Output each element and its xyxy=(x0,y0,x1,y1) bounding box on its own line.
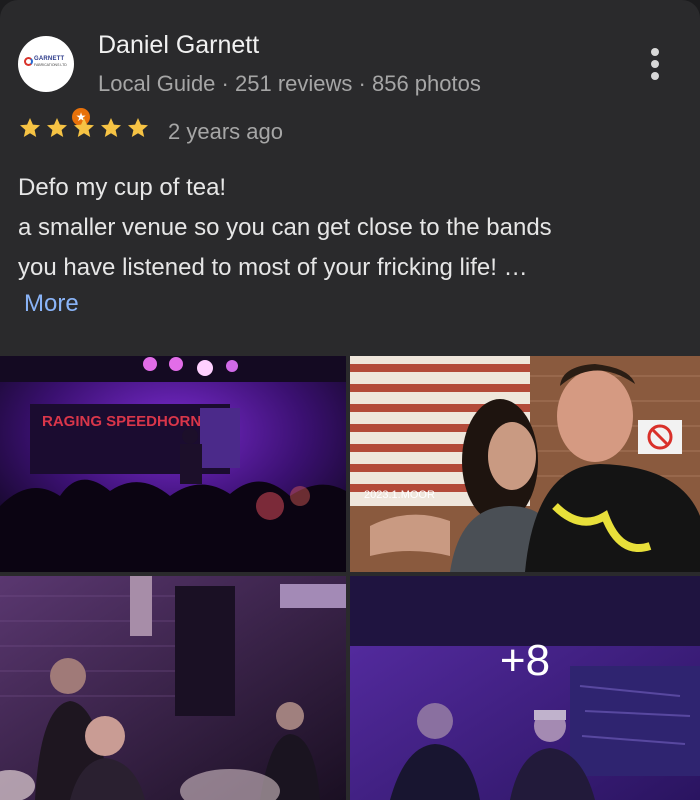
review-photo-selfie[interactable]: 2023.1.MOOR xyxy=(350,356,700,572)
review-text-line: Defo my cup of tea! xyxy=(18,174,227,201)
more-link[interactable]: More xyxy=(24,290,79,318)
author-avatar[interactable]: GARNETT FABRICATIONS LTD ★ xyxy=(18,36,92,128)
poster-text: 2023.1.MOOR xyxy=(364,489,435,501)
more-photos-count: +8 xyxy=(499,636,551,685)
meta-separator: · xyxy=(221,71,229,96)
author-meta: Local Guide · 251 reviews · 856 photos xyxy=(98,71,481,97)
avatar-logo-text: GARNETT xyxy=(34,56,65,62)
star-icon xyxy=(20,118,40,137)
review-photo-concert[interactable]: RAGING SPEEDHORN xyxy=(0,356,346,572)
star-icon xyxy=(101,118,121,137)
author-name[interactable]: Daniel Garnett xyxy=(98,31,259,60)
stage-banner-text: RAGING SPEEDHORN xyxy=(42,413,201,430)
avatar-logo-subtext: FABRICATIONS LTD xyxy=(34,63,67,67)
review-text-line: a smaller venue so you can get close to … xyxy=(18,214,552,241)
review-card: GARNETT FABRICATIONS LTD ★ Daniel Garnet… xyxy=(0,0,700,800)
review-text-line: you have listened to most of your fricki… xyxy=(18,254,528,281)
star-icon xyxy=(47,118,67,137)
photos-count: 856 photos xyxy=(371,71,481,96)
avatar-logo: GARNETT FABRICATIONS LTD xyxy=(24,55,68,71)
more-vert-icon[interactable] xyxy=(644,46,666,82)
garnett-logo-icon xyxy=(24,57,33,66)
review-photo-band[interactable]: +8 xyxy=(350,576,700,800)
star-rating xyxy=(18,116,153,146)
reviews-count: 251 reviews xyxy=(235,71,353,96)
review-photo-crowd[interactable] xyxy=(0,576,346,800)
local-guide-label: Local Guide xyxy=(98,71,216,96)
meta-separator: · xyxy=(358,71,366,96)
review-time-ago: 2 years ago xyxy=(168,119,283,144)
star-icon xyxy=(74,118,94,137)
review-text: Defo my cup of tea! a smaller venue so y… xyxy=(18,168,678,288)
star-icon xyxy=(128,118,148,137)
